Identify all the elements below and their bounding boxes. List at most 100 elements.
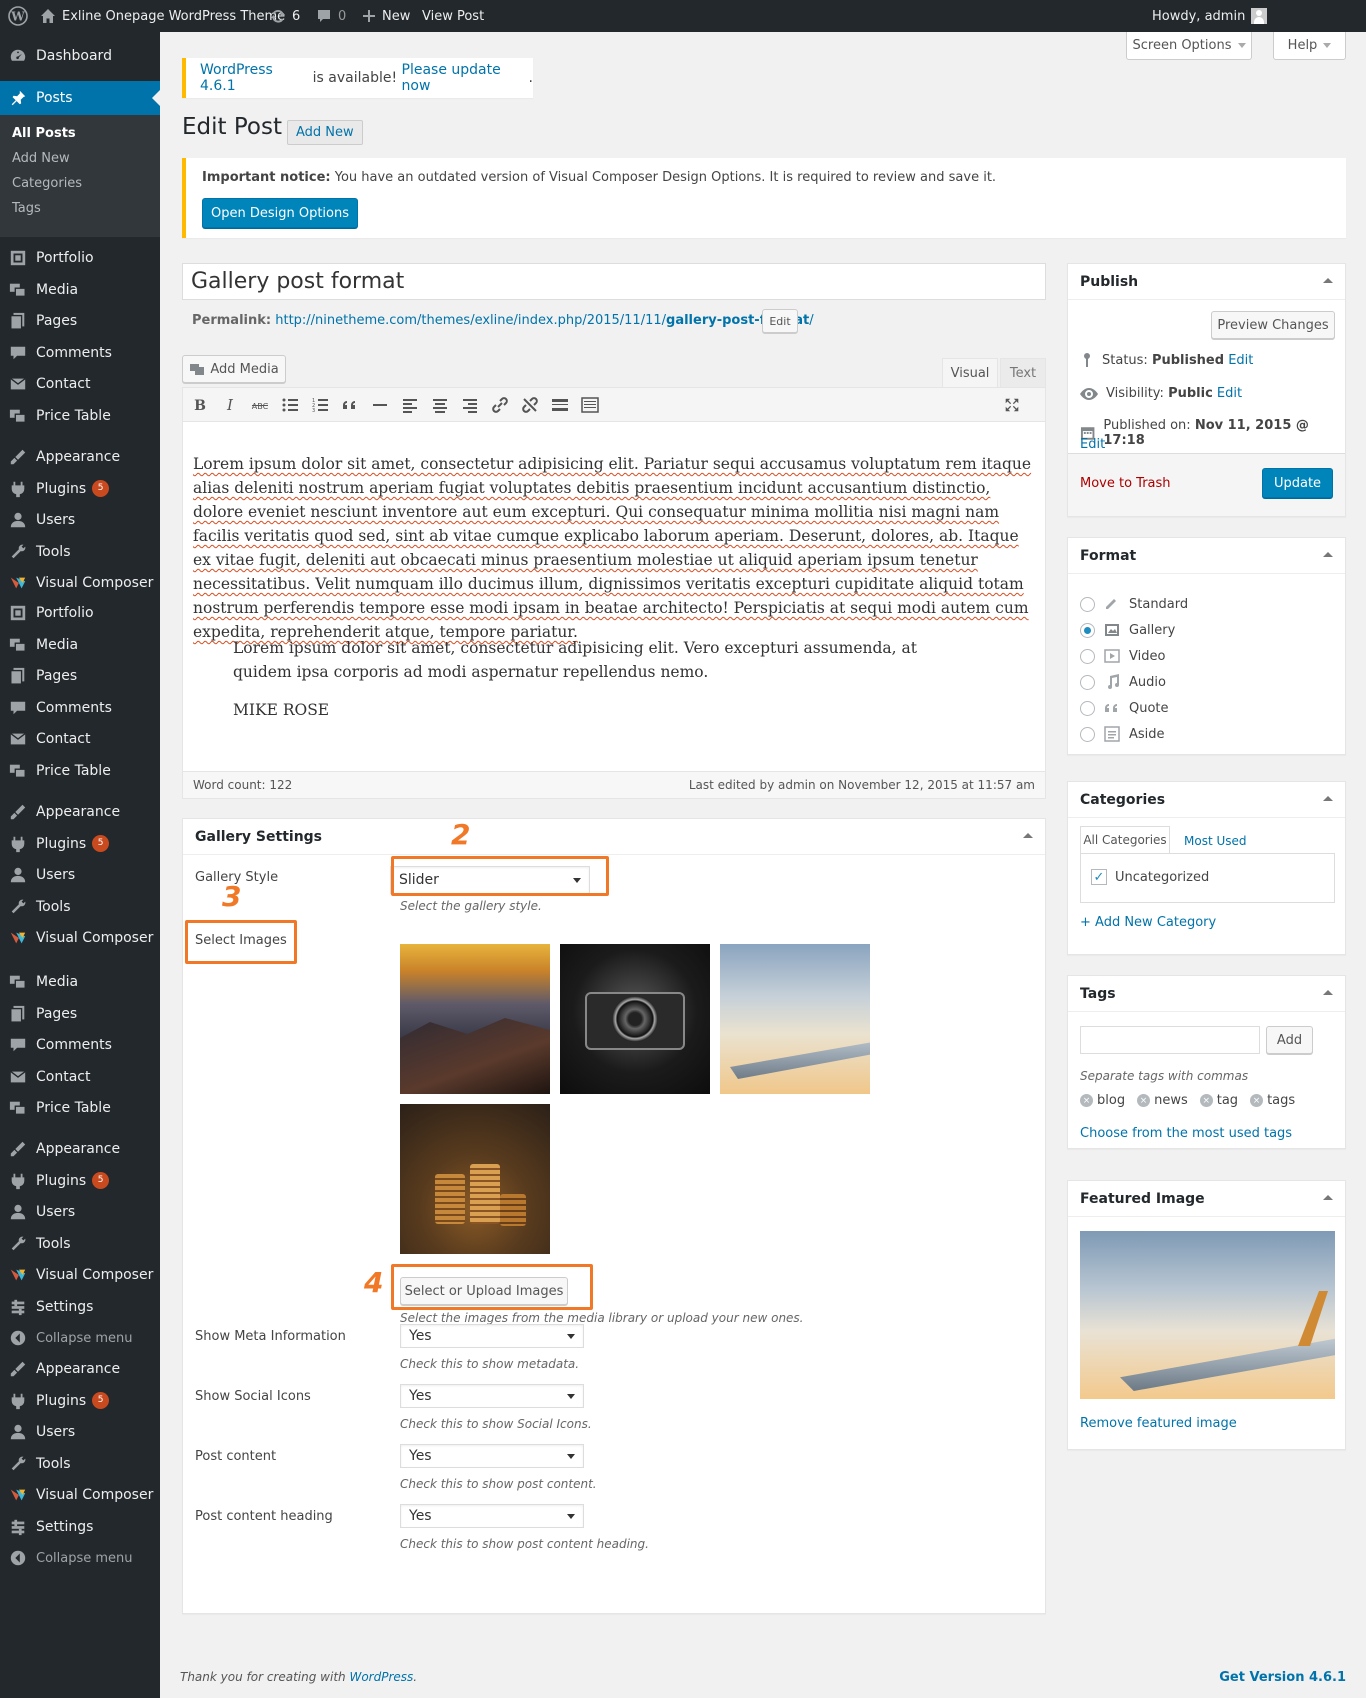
new-content-link[interactable]: New	[362, 0, 410, 32]
menu-media[interactable]: Media	[0, 273, 160, 307]
remove-featured-image-link[interactable]: Remove featured image	[1080, 1416, 1237, 1431]
menu-appearance[interactable]: Appearance	[0, 440, 160, 474]
format-option-audio[interactable]: Audio	[1080, 672, 1166, 692]
fullscreen-icon[interactable]	[999, 391, 1025, 419]
preview-changes-button[interactable]: Preview Changes	[1211, 311, 1335, 339]
view-post-link[interactable]: View Post	[422, 0, 484, 32]
categories-header[interactable]: Categories	[1068, 782, 1345, 818]
menu-appearance[interactable]: Appearance	[0, 795, 160, 829]
update-button[interactable]: Update	[1262, 468, 1333, 498]
account-menu[interactable]: Howdy, admin	[1152, 0, 1268, 32]
menu-pages[interactable]: Pages	[0, 304, 160, 338]
format-option-standard[interactable]: Standard	[1080, 594, 1188, 614]
get-version-link[interactable]: Get Version 4.6.1	[1219, 1670, 1346, 1685]
menu-plugins[interactable]: Plugins 5	[0, 827, 160, 861]
toolbar-toggle-icon[interactable]	[577, 391, 603, 419]
menu-tools[interactable]: Tools	[0, 535, 160, 569]
menu-visual-composer[interactable]: Visual Composer	[0, 921, 160, 955]
menu-pages[interactable]: Pages	[0, 659, 160, 693]
blockquote-icon[interactable]	[337, 391, 363, 419]
gallery-settings-header[interactable]: Gallery Settings	[183, 819, 1045, 855]
menu-contact[interactable]: Contact	[0, 367, 160, 401]
horizontal-line-icon[interactable]	[367, 391, 393, 419]
gallery-thumb-coins[interactable]	[400, 1104, 550, 1254]
format-radio[interactable]	[1080, 596, 1095, 612]
menu-appearance[interactable]: Appearance	[0, 1352, 160, 1386]
update-now-link[interactable]: Please update now	[402, 62, 529, 94]
menu-users[interactable]: Users	[0, 1415, 160, 1449]
add-new-category-link[interactable]: + Add New Category	[1080, 915, 1216, 930]
tab-all-categories[interactable]: All Categories	[1080, 826, 1170, 854]
menu-price-table[interactable]: Price Table	[0, 1091, 160, 1125]
menu-plugins[interactable]: Plugins 5	[0, 472, 160, 506]
remove-tag-icon[interactable]: ×	[1250, 1094, 1264, 1107]
menu-media[interactable]: Media	[0, 965, 160, 999]
menu-portfolio[interactable]: Portfolio	[0, 596, 160, 630]
submenu-categories[interactable]: Categories	[12, 176, 82, 191]
format-option-video[interactable]: Video	[1080, 646, 1165, 666]
format-radio[interactable]	[1080, 674, 1095, 690]
menu-plugins[interactable]: Plugins 5	[0, 1384, 160, 1418]
submenu-add-new[interactable]: Add New	[12, 151, 70, 166]
remove-tag-icon[interactable]: ×	[1137, 1094, 1151, 1107]
menu-collapse-menu[interactable]: Collapse menu	[0, 1321, 160, 1355]
format-header[interactable]: Format	[1068, 538, 1345, 574]
gallery-option-select[interactable]: Yes	[400, 1504, 584, 1528]
site-name-link[interactable]: Exline Onepage WordPress Theme	[40, 0, 285, 32]
menu-settings[interactable]: Settings	[0, 1290, 160, 1324]
menu-posts[interactable]: Posts	[0, 81, 160, 115]
numbered-list-icon[interactable]: 123	[307, 391, 333, 419]
format-option-quote[interactable]: Quote	[1080, 698, 1169, 718]
gallery-option-select[interactable]: Yes	[400, 1384, 584, 1408]
help-button[interactable]: Help	[1273, 32, 1346, 60]
gallery-option-select[interactable]: Yes	[400, 1444, 584, 1468]
menu-users[interactable]: Users	[0, 1195, 160, 1229]
menu-visual-composer[interactable]: Visual Composer	[0, 1258, 160, 1292]
remove-link-icon[interactable]	[517, 391, 543, 419]
tag-input[interactable]	[1080, 1026, 1260, 1054]
move-to-trash-link[interactable]: Move to Trash	[1080, 476, 1171, 491]
menu-users[interactable]: Users	[0, 858, 160, 892]
menu-contact[interactable]: Contact	[0, 722, 160, 756]
collapse-arrow-icon[interactable]	[1323, 278, 1333, 283]
category-checkbox[interactable]: ✓	[1091, 869, 1107, 885]
format-option-gallery[interactable]: Gallery	[1080, 620, 1175, 640]
screen-options-button[interactable]: Screen Options	[1126, 32, 1252, 60]
align-right-icon[interactable]	[457, 391, 483, 419]
menu-visual-composer[interactable]: Visual Composer	[0, 566, 160, 600]
gallery-thumb-camera[interactable]	[560, 944, 710, 1094]
collapse-arrow-icon[interactable]	[1323, 552, 1333, 557]
menu-price-table[interactable]: Price Table	[0, 754, 160, 788]
choose-tags-link[interactable]: Choose from the most used tags	[1080, 1126, 1292, 1141]
read-more-icon[interactable]	[547, 391, 573, 419]
menu-comments[interactable]: Comments	[0, 691, 160, 725]
footer-wordpress-link[interactable]: WordPress	[349, 1670, 413, 1684]
tab-text[interactable]: Text	[1000, 358, 1046, 388]
bullet-list-icon[interactable]	[277, 391, 303, 419]
menu-media[interactable]: Media	[0, 628, 160, 662]
tab-visual[interactable]: Visual	[942, 358, 998, 388]
bold-icon[interactable]: B	[187, 391, 213, 419]
menu-contact[interactable]: Contact	[0, 1060, 160, 1094]
featured-image[interactable]	[1080, 1231, 1335, 1399]
collapse-arrow-icon[interactable]	[1323, 990, 1333, 995]
wordpress-version-link[interactable]: WordPress 4.6.1	[200, 62, 308, 94]
remove-tag-icon[interactable]: ×	[1080, 1094, 1093, 1107]
add-tag-button[interactable]: Add	[1266, 1026, 1313, 1054]
menu-appearance[interactable]: Appearance	[0, 1132, 160, 1166]
italic-icon[interactable]: I	[217, 391, 243, 419]
strikethrough-icon[interactable]: ABC	[247, 391, 273, 419]
insert-link-icon[interactable]	[487, 391, 513, 419]
permalink-link[interactable]: http://ninetheme.com/themes/exline/index…	[275, 313, 813, 328]
menu-comments[interactable]: Comments	[0, 336, 160, 370]
updates-link[interactable]: 6	[270, 0, 300, 32]
open-design-options-button[interactable]: Open Design Options	[202, 198, 358, 228]
format-radio[interactable]	[1080, 726, 1095, 742]
gallery-thumb-wing[interactable]	[720, 944, 870, 1094]
remove-tag-icon[interactable]: ×	[1199, 1094, 1213, 1107]
collapse-arrow-icon[interactable]	[1323, 1195, 1333, 1200]
submenu-tags[interactable]: Tags	[12, 201, 41, 216]
menu-tools[interactable]: Tools	[0, 890, 160, 924]
tab-most-used[interactable]: Most Used	[1184, 834, 1247, 848]
format-radio[interactable]	[1080, 622, 1095, 638]
